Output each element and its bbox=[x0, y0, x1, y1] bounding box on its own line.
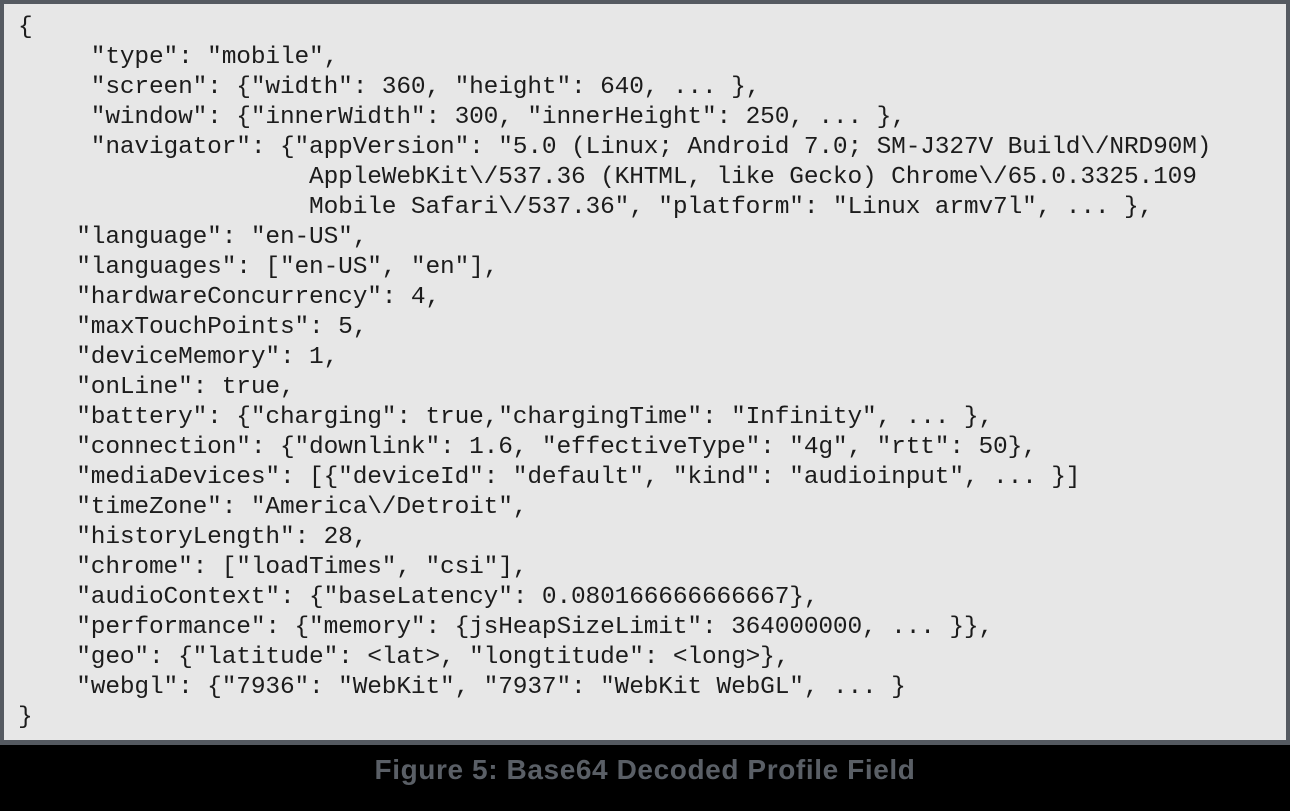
code-line: "hardwareConcurrency": 4, bbox=[18, 284, 441, 311]
code-line: } bbox=[18, 704, 33, 731]
code-line: "performance": {"memory": {jsHeapSizeLim… bbox=[18, 614, 994, 641]
code-line: "type": "mobile", bbox=[18, 44, 339, 71]
code-line: "screen": {"width": 360, "height": 640, … bbox=[18, 74, 761, 101]
code-line: "navigator": {"appVersion": "5.0 (Linux;… bbox=[18, 134, 1212, 161]
code-line: "timeZone": "America\/Detroit", bbox=[18, 494, 528, 521]
code-line: { bbox=[18, 14, 33, 41]
code-line: "geo": {"latitude": <lat>, "longtitude":… bbox=[18, 644, 790, 671]
figure-caption-bar: Figure 5: Base64 Decoded Profile Field bbox=[0, 745, 1290, 811]
figure-caption: Figure 5: Base64 Decoded Profile Field bbox=[374, 754, 916, 785]
code-listing: { "type": "mobile", "screen": {"width": … bbox=[4, 4, 1286, 733]
code-line: "language": "en-US", bbox=[18, 224, 368, 251]
code-line: "battery": {"charging": true,"chargingTi… bbox=[18, 404, 994, 431]
code-line: "audioContext": {"baseLatency": 0.080166… bbox=[18, 584, 819, 611]
code-line: "webgl": {"7936": "WebKit", "7937": "Web… bbox=[18, 674, 906, 701]
code-line: "deviceMemory": 1, bbox=[18, 344, 339, 371]
code-line: "onLine": true, bbox=[18, 374, 295, 401]
code-line: "window": {"innerWidth": 300, "innerHeig… bbox=[18, 104, 906, 131]
code-line: "chrome": ["loadTimes", "csi"], bbox=[18, 554, 528, 581]
code-line: "languages": ["en-US", "en"], bbox=[18, 254, 499, 281]
code-line: "mediaDevices": [{"deviceId": "default",… bbox=[18, 464, 1081, 491]
code-line: "connection": {"downlink": 1.6, "effecti… bbox=[18, 434, 1037, 461]
code-line: "maxTouchPoints": 5, bbox=[18, 314, 368, 341]
figure-container: { "type": "mobile", "screen": {"width": … bbox=[0, 0, 1290, 811]
code-line: "historyLength": 28, bbox=[18, 524, 368, 551]
code-listing-frame: { "type": "mobile", "screen": {"width": … bbox=[0, 0, 1290, 745]
code-line: AppleWebKit\/537.36 (KHTML, like Gecko) … bbox=[18, 164, 1197, 191]
code-line: Mobile Safari\/537.36", "platform": "Lin… bbox=[18, 194, 1154, 221]
